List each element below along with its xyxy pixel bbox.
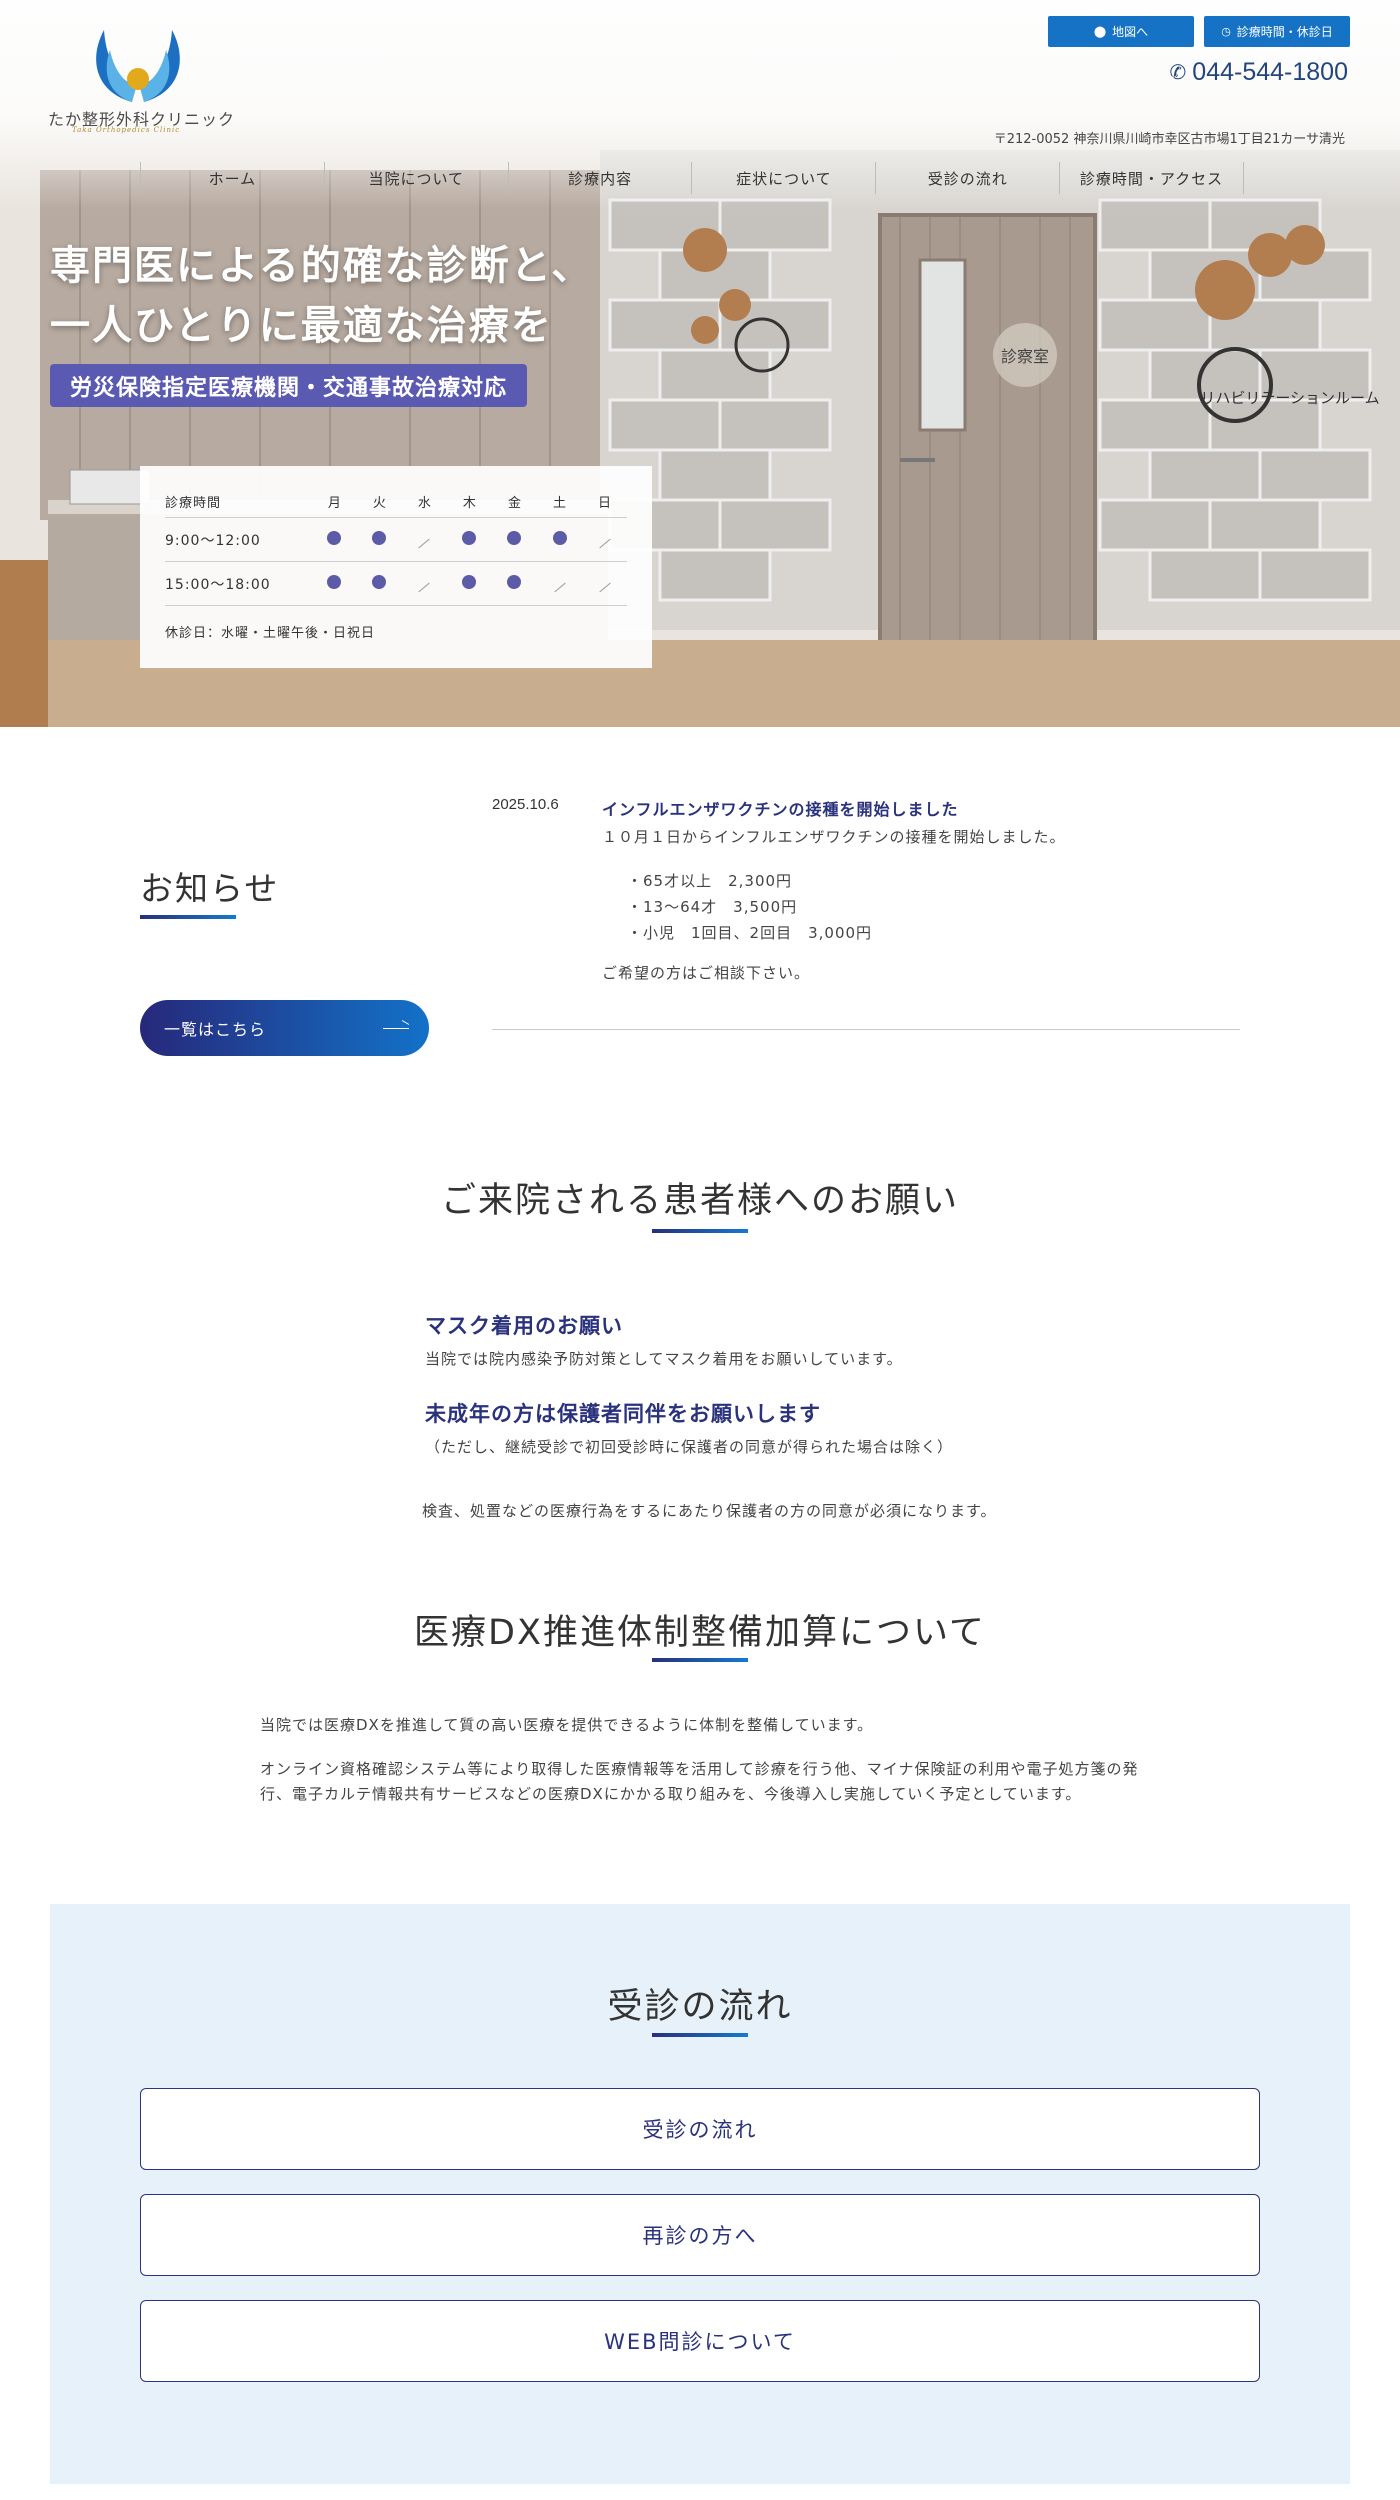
open-dot-icon [372, 530, 387, 545]
news-list-button-label: 一覧はこちら [164, 1020, 267, 1039]
open-dot-icon [327, 530, 342, 545]
news-divider [492, 1029, 1240, 1030]
hours-cell [312, 574, 357, 593]
nav-item-flow[interactable]: 受診の流れ [875, 162, 1059, 194]
hours-header-label: 診療時間 [165, 496, 222, 511]
open-dot-icon [552, 530, 567, 545]
day-thu: 木 [462, 496, 476, 511]
hours-cell [312, 530, 357, 549]
day-fri: 金 [507, 496, 521, 511]
list-item: ・65才以上 2,300円 [627, 872, 793, 890]
hero-badge: 労災保険指定医療機関・交通事故治療対応 [50, 364, 528, 407]
dx-title: 医療DX推進体制整備加算について [414, 1613, 986, 1653]
list-item: ・13〜64才 3,500円 [627, 898, 798, 916]
day-tue: 火 [372, 496, 386, 511]
news-list-button[interactable]: 一覧はこちら [140, 1000, 429, 1056]
open-dot-icon [462, 574, 477, 589]
news-title-underline [140, 915, 236, 919]
sign-rehab-room: リハビリテーションルーム [1200, 389, 1379, 407]
sign-exam-room: 診察室 [1001, 347, 1049, 366]
closed-slash-icon [553, 582, 566, 592]
day-mon: 月 [327, 496, 341, 511]
mask-text: 当院では院内感染予防対策としてマスク着用をお願いしています。 [425, 1350, 903, 1368]
hours-cell [402, 532, 447, 548]
hours-cell [357, 530, 402, 549]
closed-slash-icon [598, 538, 611, 548]
map-button[interactable]: ⬤ 地図へ [1048, 16, 1194, 47]
dx-paragraph-1: 当院では医療DXを推進して質の高い医療を提供できるように体制を整備しています。 [260, 1716, 874, 1734]
news-footer: ご希望の方はご相談下さい。 [602, 964, 811, 982]
nav-item-treatment[interactable]: 診療内容 [507, 162, 692, 194]
open-dot-icon [462, 530, 477, 545]
news-price-list: ・65才以上 2,300円 ・13〜64才 3,500円 ・小児 1回目、2回目… [627, 868, 872, 946]
hours-header-row: 診療時間 月 火 水 木 金 土 日 [165, 486, 627, 518]
flow-title: 受診の流れ [607, 1987, 793, 2027]
hours-row-afternoon: 15:00〜18:00 [165, 562, 627, 606]
nav-item-symptoms[interactable]: 症状について [691, 162, 875, 194]
hours-cell [537, 576, 582, 592]
news-title: お知らせ [140, 869, 280, 908]
clinic-address: 〒212-0052 神奈川県川崎市幸区古市場1丁目21カーサ清光 [993, 132, 1345, 147]
minor-note: （ただし、継続受診で初回受診時に保護者の同意が得られた場合は除く） [425, 1438, 954, 1456]
closed-slash-icon [418, 582, 431, 592]
dx-paragraph-2: オンライン資格確認システム等により取得した医療情報等を活用して診療を行う他、マイ… [260, 1760, 1139, 1803]
nav-item-about[interactable]: 当院について [323, 162, 508, 194]
day-sat: 土 [552, 496, 566, 511]
news-headline[interactable]: インフルエンザワクチンの接種を開始しました [602, 796, 959, 820]
map-pin-icon: ⬤ [1093, 25, 1107, 38]
phone-number[interactable]: ✆ 044-544-1800 [1170, 58, 1348, 87]
open-dot-icon [507, 530, 522, 545]
hero-section: 診察室 リハビリテーションルーム たか整形外科クリニック Taka Orthop… [0, 0, 1400, 727]
day-wed: 水 [417, 496, 431, 511]
phone-number-text: 044-544-1800 [1192, 58, 1348, 86]
hours-cell [447, 574, 492, 593]
consent-text: 検査、処置などの医療行為をするにあたり保護者の方の同意が必須になります。 [422, 1502, 997, 1520]
closed-slash-icon [598, 582, 611, 592]
hours-cell [582, 532, 627, 548]
hours-row-morning: 9:00〜12:00 [165, 518, 627, 562]
catch-line-1: 専門医による的確な診断と、 [50, 243, 594, 289]
minor-heading: 未成年の方は保護者同伴をお願いします [425, 1402, 821, 1426]
clock-icon: ◷ [1221, 25, 1231, 38]
hours-cell [492, 574, 537, 593]
nav-item-access[interactable]: 診療時間・アクセス [1059, 162, 1244, 194]
hero-catchcopy: 専門医による的確な診断と、 一人ひとりに最適な治療を [50, 236, 593, 356]
hours-time: 15:00〜18:00 [165, 576, 271, 593]
hours-table: 診療時間 月 火 水 木 金 土 日 9:00〜12:00 15:00〜18:0… [140, 466, 652, 668]
map-button-label: 地図へ [1112, 25, 1149, 39]
hours-button[interactable]: ◷ 診療時間・休診日 [1204, 16, 1350, 47]
dx-title-underline [652, 1658, 748, 1662]
phone-icon: ✆ [1169, 62, 1187, 84]
flow-title-underline [652, 2033, 748, 2037]
hours-button-label: 診療時間・休診日 [1236, 25, 1333, 39]
hours-cell [582, 576, 627, 592]
open-dot-icon [327, 574, 342, 589]
catch-line-2: 一人ひとりに最適な治療を [50, 303, 553, 349]
hours-cell [402, 576, 447, 592]
news-body: １０月１日からインフルエンザワクチンの接種を開始しました。 [602, 828, 1066, 846]
revisit-button[interactable]: 再診の方へ [140, 2194, 1260, 2276]
mask-heading: マスク着用のお願い [425, 1314, 623, 1338]
holiday-note: 休診日：水曜・土曜午後・日祝日 [165, 626, 376, 641]
hours-cell [492, 530, 537, 549]
hours-cell [447, 530, 492, 549]
logo-subtext: Taka Orthopedics Clinic [72, 126, 181, 134]
hours-time: 9:00〜12:00 [165, 532, 261, 549]
requests-title: ご来院される患者様へのお願い [440, 1181, 959, 1221]
open-dot-icon [507, 574, 522, 589]
hours-cell [357, 574, 402, 593]
flow-button[interactable]: 受診の流れ [140, 2088, 1260, 2170]
requests-title-underline [652, 1229, 748, 1233]
news-date: 2025.10.6 [492, 796, 559, 813]
open-dot-icon [372, 574, 387, 589]
arrow-right-icon [383, 1023, 409, 1033]
web-questionnaire-button[interactable]: WEB問診について [140, 2300, 1260, 2382]
nav-item-home[interactable]: ホーム [140, 162, 324, 194]
global-nav: ホーム 当院について 診療内容 症状について 受診の流れ 診療時間・アクセス [140, 162, 1244, 194]
list-item: ・小児 1回目、2回目 3,000円 [627, 924, 873, 942]
closed-slash-icon [418, 538, 431, 548]
day-sun: 日 [598, 496, 612, 511]
hours-cell [537, 530, 582, 549]
